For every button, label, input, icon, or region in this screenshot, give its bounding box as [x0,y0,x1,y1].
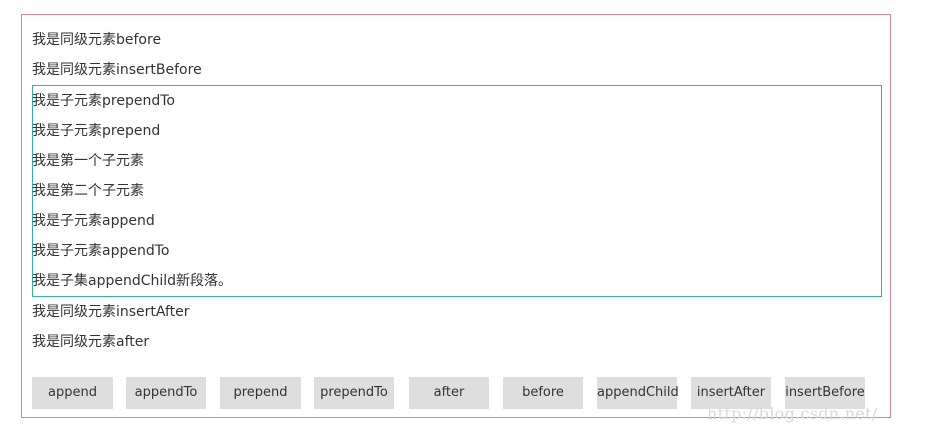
prependto-button[interactable]: prependTo [314,377,394,409]
append-button[interactable]: append [32,377,113,409]
child-prepend-text: 我是子元素prepend [32,123,161,139]
appendchild-button[interactable]: appendChild [597,377,679,409]
sibling-insertbefore-text: 我是同级元素insertBefore [32,62,202,78]
before-button[interactable]: before [503,377,583,409]
first-child-text: 我是第一个子元素 [32,153,144,169]
sibling-before-text: 我是同级元素before [32,32,162,48]
child-append-text: 我是子元素append [32,213,155,229]
parent-container [32,85,882,297]
second-child-text: 我是第二个子元素 [32,183,144,199]
sibling-insertafter-text: 我是同级元素insertAfter [32,304,190,320]
watermark-text: http://blog.csdn.net/ [707,404,878,423]
sibling-after-text: 我是同级元素after [32,334,150,350]
child-appendchild-text: 我是子集appendChild新段落。 [32,273,233,289]
prepend-button[interactable]: prepend [220,377,301,409]
after-button[interactable]: after [409,377,489,409]
child-prependto-text: 我是子元素prependTo [32,93,175,109]
appendto-button[interactable]: appendTo [126,377,206,409]
child-appendto-text: 我是子元素appendTo [32,243,170,259]
